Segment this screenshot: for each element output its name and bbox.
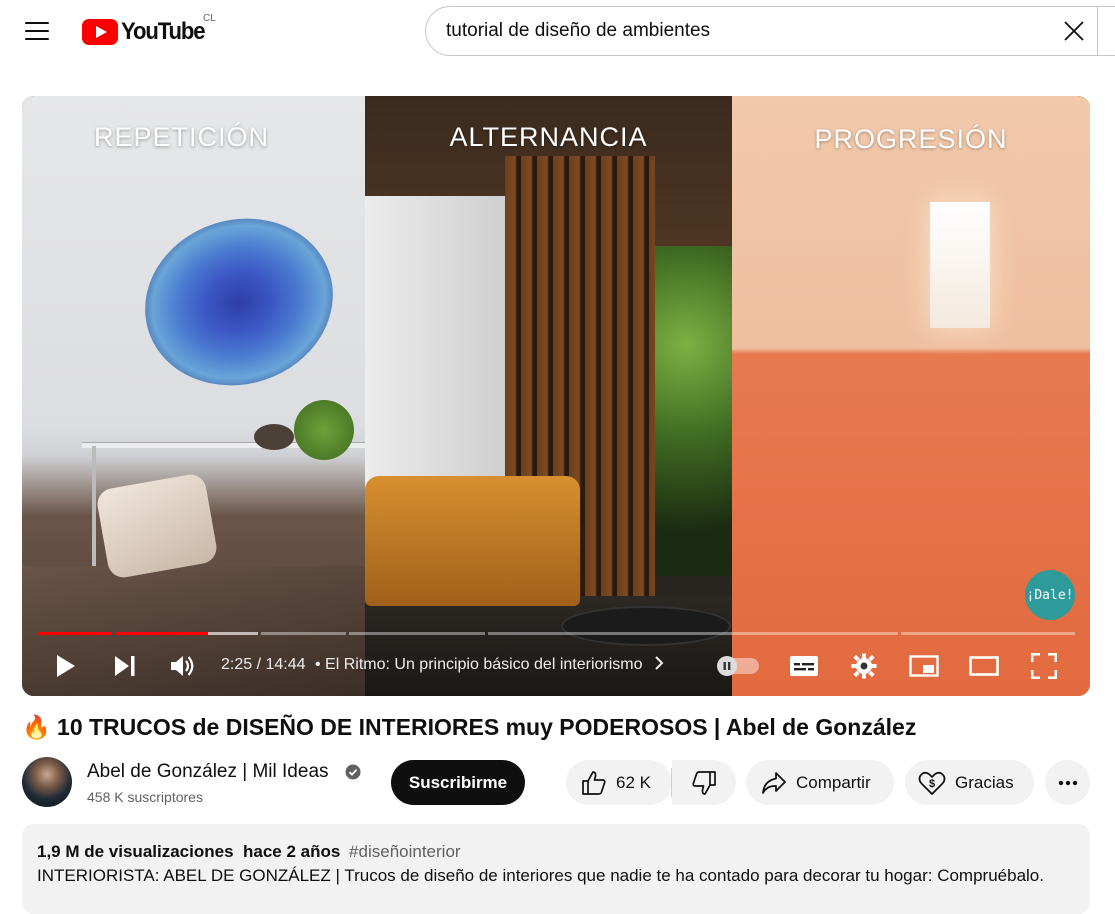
subtitles-icon (790, 656, 818, 676)
clear-icon[interactable] (1062, 19, 1086, 43)
subtitles-button[interactable] (784, 642, 824, 690)
panel-label-repetition: REPETICIÓN (93, 122, 270, 152)
play-button[interactable] (46, 642, 86, 690)
vase (254, 424, 294, 450)
volume-button[interactable] (163, 642, 203, 690)
fullscreen-icon (1031, 653, 1057, 679)
share-label: Compartir (796, 772, 871, 792)
plant (294, 400, 354, 460)
autoplay-toggle[interactable] (717, 656, 759, 676)
played-progress (115, 632, 208, 635)
share-button[interactable]: Compartir (746, 760, 894, 805)
description-box[interactable]: 1,9 M de visualizaciones hace 2 años #di… (22, 824, 1090, 914)
description-text: INTERIORISTA: ABEL DE GONZÁLEZ | Trucos … (37, 866, 1044, 885)
svg-text:$: $ (929, 778, 935, 790)
chevron-right-icon (655, 656, 664, 670)
search-box (425, 6, 1115, 56)
chapter-title[interactable]: • El Ritmo: Un principio básico del inte… (315, 656, 665, 674)
thanks-icon: $ (918, 771, 946, 795)
green-wall (655, 246, 732, 576)
youtube-logo[interactable]: YouTube (82, 18, 212, 46)
share-icon (762, 771, 786, 794)
time-display: 2:25 / 14:44 (221, 656, 306, 673)
wall-sconce (930, 202, 990, 328)
menu-icon[interactable] (22, 18, 52, 44)
fullscreen-button[interactable] (1024, 642, 1064, 690)
theater-button[interactable] (964, 642, 1004, 690)
dislike-button[interactable] (672, 760, 736, 805)
fire-emoji: 🔥 (22, 714, 51, 740)
progress-bar[interactable] (37, 632, 1075, 635)
miniplayer-icon (909, 655, 939, 677)
theater-icon (969, 656, 999, 676)
next-button[interactable] (105, 642, 145, 690)
channel-name[interactable]: Abel de González | Mil Ideas (87, 761, 329, 783)
round-mirror (123, 194, 355, 410)
pause-icon (717, 656, 737, 676)
view-count: 1,9 M de visualizaciones (37, 842, 234, 861)
panel-label-alternation: ALTERNANCIA (449, 122, 648, 152)
verified-icon (345, 764, 361, 780)
title-text: 10 TRUCOS de DISEÑO DE INTERIORES muy PO… (57, 714, 917, 740)
subscriber-count: 458 K suscriptores (87, 789, 203, 805)
chapter-segment[interactable] (261, 632, 346, 635)
subscribe-button[interactable]: Suscribirme (391, 760, 525, 805)
like-icon (582, 770, 606, 795)
chapter-segment[interactable] (901, 632, 1075, 635)
upload-age: hace 2 años (242, 842, 341, 861)
thanks-label: Gracias (955, 772, 1014, 792)
miniplayer-button[interactable] (904, 642, 944, 690)
settings-button[interactable] (844, 642, 884, 690)
hashtag-link[interactable]: #diseñointerior (349, 842, 461, 861)
play-icon (57, 655, 75, 677)
like-button[interactable]: 62 K (566, 760, 672, 805)
masthead: YouTube CL (0, 0, 1115, 64)
panel-repetition: REPETICIÓN (22, 96, 365, 696)
player-controls: 2:25 / 14:44 • El Ritmo: Un principio bá… (22, 642, 1090, 696)
search-divider (1097, 7, 1098, 55)
chapter-label: • El Ritmo: Un principio básico del inte… (315, 656, 643, 673)
thanks-button[interactable]: $ Gracias (905, 760, 1034, 805)
like-count: 62 K (616, 772, 651, 792)
panel-label-progression: PROGRESIÓN (814, 124, 1008, 154)
played-progress (37, 632, 112, 635)
chapter-segment[interactable] (349, 632, 485, 635)
description-meta: 1,9 M de visualizaciones hace 2 años #di… (37, 842, 1075, 862)
chapter-segment[interactable] (488, 632, 898, 635)
coffee-table (561, 606, 731, 646)
next-icon (115, 656, 135, 676)
more-actions-button[interactable] (1045, 760, 1090, 805)
panel-alternation: ALTERNANCIA (365, 96, 732, 696)
dislike-icon (692, 770, 716, 795)
search-input[interactable] (446, 20, 1046, 42)
country-code: CL (203, 13, 216, 24)
avatar[interactable] (22, 757, 72, 807)
leather-sofa (365, 476, 580, 606)
more-icon (1058, 780, 1077, 785)
settings-icon (851, 653, 877, 679)
cushion (95, 472, 219, 580)
youtube-logo-icon (82, 19, 118, 45)
channel-watermark[interactable]: ¡Dale! (1025, 570, 1075, 620)
video-title: 🔥 10 TRUCOS de DISEÑO DE INTERIORES muy … (22, 714, 916, 741)
volume-icon (171, 656, 194, 676)
logo-text: YouTube (121, 18, 206, 45)
video-player[interactable]: REPETICIÓN ALTERNANCIA PROGRESIÓN ¡Dale! (22, 96, 1090, 696)
